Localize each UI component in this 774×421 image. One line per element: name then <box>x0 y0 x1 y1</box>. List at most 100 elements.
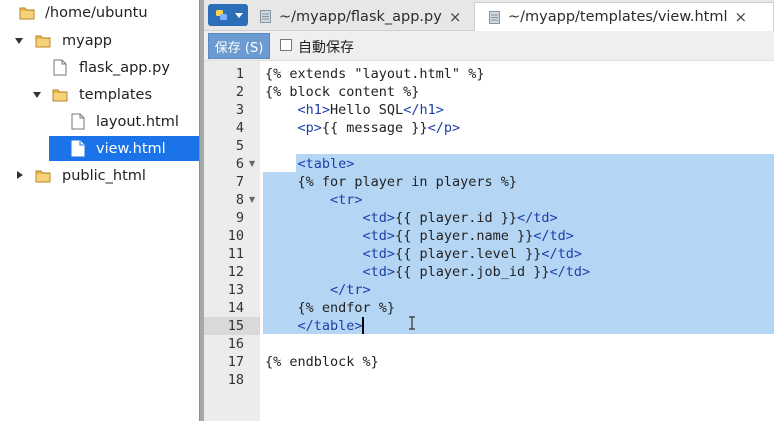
code-line: {% endblock %} <box>265 353 379 371</box>
autosave-label: 自動保存 <box>298 40 354 56</box>
tree-item-label: public_html <box>62 168 146 184</box>
tree-item-label: templates <box>79 87 153 103</box>
chevron-down-icon[interactable] <box>15 38 23 44</box>
line-number: 18 <box>227 372 244 388</box>
code-line: <h1>Hello SQL</h1> <box>265 101 444 119</box>
code-line: {% block content %} <box>265 83 419 101</box>
file-tree: /home/ubuntu myapp flask_app.py template… <box>0 0 199 421</box>
code-token: <table> <box>297 156 355 172</box>
tree-item-public-html[interactable]: public_html <box>0 164 199 188</box>
code-token: </p> <box>427 120 461 136</box>
autosave-checkbox[interactable] <box>280 39 292 51</box>
code-line: <td>{{ player.name }}</td> <box>265 227 574 245</box>
run-menu-button[interactable] <box>208 4 248 26</box>
tree-item-myapp[interactable]: myapp <box>0 29 199 53</box>
code-line: <td>{{ player.level }}</td> <box>265 245 582 263</box>
code-line: <tr> <box>265 191 363 209</box>
code-line: <table> <box>265 155 355 173</box>
code-line: {% extends "layout.html" %} <box>265 65 484 83</box>
line-number: 2 <box>235 84 244 100</box>
python-run-icon <box>216 10 227 20</box>
document-icon <box>489 10 500 24</box>
code-line: {% endfor %} <box>265 299 396 317</box>
code-token: </td> <box>549 264 591 280</box>
tree-item-templates[interactable]: templates <box>0 83 199 107</box>
fold-arrow-icon[interactable]: ▼ <box>249 155 255 173</box>
code-line: {% for player in players %} <box>265 173 517 191</box>
tree-item-home-ubuntu[interactable]: /home/ubuntu <box>0 1 199 25</box>
code-token: Hello SQL <box>330 102 404 118</box>
code-line: <td>{{ player.job_id }}</td> <box>265 263 591 281</box>
code-token: {% extends "layout.html" %} <box>265 66 485 82</box>
tree-item-label: flask_app.py <box>79 60 170 76</box>
save-button[interactable]: 保存 (S) <box>208 33 270 59</box>
tab-flask-app-py[interactable]: ~/myapp/flask_app.py × <box>260 2 461 31</box>
code-token: {% endfor %} <box>297 300 396 316</box>
tree-item-layout-html[interactable]: layout.html <box>0 110 199 134</box>
code-token: <td> <box>362 210 396 226</box>
code-token: </table> <box>297 318 363 334</box>
folder-icon <box>35 170 51 183</box>
line-number: 14 <box>227 300 244 316</box>
file-icon <box>71 113 85 130</box>
fold-arrow-icon[interactable]: ▼ <box>249 191 255 209</box>
tree-item-label: myapp <box>62 33 112 49</box>
folder-icon <box>35 35 51 48</box>
ibeam-cursor-icon <box>409 316 415 330</box>
folder-icon <box>52 89 68 102</box>
line-number: 11 <box>227 246 244 262</box>
chevron-right-icon[interactable] <box>17 171 23 179</box>
line-number: 15 <box>227 318 244 334</box>
line-number: 16 <box>227 336 244 352</box>
text-cursor <box>362 317 364 334</box>
tree-item-label: view.html <box>96 140 166 157</box>
tab-view-html[interactable]: ~/myapp/templates/view.html × <box>474 2 774 31</box>
code-token: <td> <box>362 246 396 262</box>
code-token: <td> <box>362 228 396 244</box>
code-token: <p> <box>297 120 322 136</box>
code-token: {% for player in players %} <box>297 174 517 190</box>
line-number: 12 <box>227 264 244 280</box>
code-token: </tr> <box>330 282 371 298</box>
code-line: <p>{{ message }}</p> <box>265 119 461 137</box>
code-token: </td> <box>533 228 574 244</box>
line-number: 6 <box>235 156 244 172</box>
code-token: {% block content %} <box>265 84 420 100</box>
file-icon <box>53 59 67 76</box>
close-icon[interactable]: × <box>449 8 462 26</box>
line-number: 10 <box>227 228 244 244</box>
text-selection <box>296 154 774 172</box>
code-token: {{ message }} <box>321 120 428 136</box>
line-number: 9 <box>235 210 244 226</box>
document-icon <box>260 10 271 23</box>
code-token: {{ player.job_id }} <box>395 264 550 280</box>
tree-item-flask-app-py[interactable]: flask_app.py <box>0 56 199 80</box>
file-icon <box>71 140 85 157</box>
line-number: 17 <box>227 354 244 370</box>
line-number: 13 <box>227 282 244 298</box>
code-token: <tr> <box>330 192 363 208</box>
code-token: <h1> <box>297 102 331 118</box>
line-number: 3 <box>235 102 244 118</box>
close-icon[interactable]: × <box>735 8 748 26</box>
code-token: </td> <box>516 210 558 226</box>
code-line: </tr> <box>265 281 371 299</box>
line-number: 4 <box>235 120 244 136</box>
tab-label: ~/myapp/templates/view.html <box>508 9 728 25</box>
code-token: <td> <box>362 264 396 280</box>
chevron-down-icon[interactable] <box>33 92 41 98</box>
code-editor[interactable]: 1 {% extends "layout.html" %} 2 {% block co… <box>204 61 774 421</box>
tree-item-view-html[interactable]: view.html <box>49 136 199 161</box>
line-number: 5 <box>235 138 244 154</box>
